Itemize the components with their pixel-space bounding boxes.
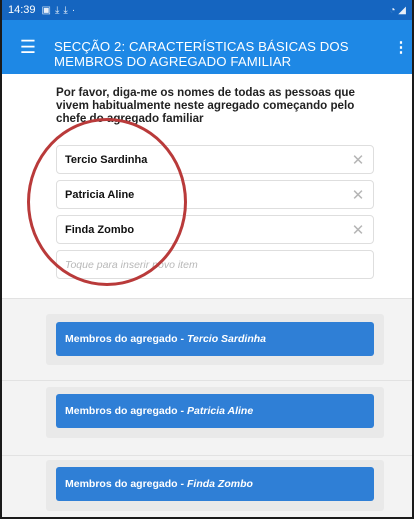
more-vert-icon[interactable]: ⋮ — [390, 20, 412, 74]
item-value: Patricia Aline — [65, 188, 135, 201]
close-icon[interactable]: ✕ — [343, 151, 373, 169]
list-item[interactable]: Finda Zombo ✕ — [56, 215, 374, 244]
list-item[interactable]: Patricia Aline ✕ — [56, 180, 374, 209]
app-bar: ☰ SECÇÃO 2: CARACTERÍSTICAS BÁSICAS DOS … — [2, 20, 412, 74]
item-value: Finda Zombo — [65, 223, 135, 236]
group-button-1[interactable]: Membros do agregado - Patricia Aline — [56, 394, 374, 428]
question-label: Por favor, diga-me os nomes de todas as … — [56, 86, 355, 125]
page-title: SECÇÃO 2: CARACTERÍSTICAS BÁSICAS DOS ME… — [54, 39, 349, 69]
download-icon: ⤓ — [63, 4, 68, 16]
app-frame: 14:39 ▣ ⤓ ⤓ · ◔ ◢ ☰ SECÇÃO 2: CARACTERÍS… — [0, 0, 414, 519]
group-member-name: Finda Zombo — [187, 478, 253, 490]
item-value: Tercio Sardinha — [65, 153, 148, 166]
download-icon: ⤓ — [54, 4, 60, 16]
group-label: Membros do agregado - — [65, 478, 185, 490]
hamburger-menu-icon[interactable]: ☰ — [2, 20, 54, 74]
group-button-0[interactable]: Membros do agregado - Tercio Sardinha — [56, 322, 374, 356]
status-time: 14:39 — [8, 4, 36, 16]
status-bar: 14:39 ▣ ⤓ ⤓ · ◔ ◢ — [2, 0, 412, 20]
form-content: Por favor, diga-me os nomes de todas as … — [2, 74, 412, 517]
group-label: Membros do agregado - — [65, 333, 185, 345]
close-icon[interactable]: ✕ — [343, 186, 373, 204]
new-item-input[interactable]: Toque para inserir novo item — [56, 250, 374, 279]
group-label: Membros do agregado - — [65, 405, 185, 417]
list-item[interactable]: Tercio Sardinha ✕ — [56, 145, 374, 174]
close-icon[interactable]: ✕ — [343, 221, 373, 239]
signal-icon: ◔ ◢ — [389, 4, 406, 16]
group-member-name: Tercio Sardinha — [187, 333, 266, 345]
image-icon: ▣ — [41, 4, 51, 16]
download-icon: · — [71, 4, 76, 16]
group-member-name: Patricia Aline — [187, 405, 254, 417]
group-button-2[interactable]: Membros do agregado - Finda Zombo — [56, 467, 374, 501]
new-item-placeholder: Toque para inserir novo item — [65, 258, 198, 271]
